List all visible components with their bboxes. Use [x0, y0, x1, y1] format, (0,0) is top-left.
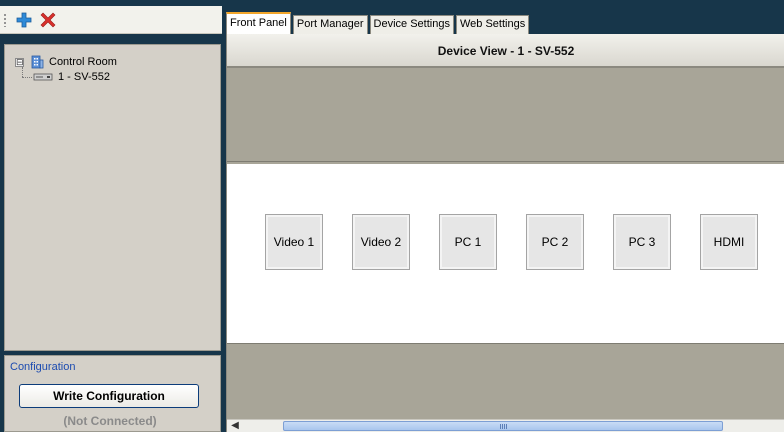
- scrollbar-thumb[interactable]: [283, 421, 723, 431]
- tab-device-settings[interactable]: Device Settings: [369, 15, 454, 34]
- thumb-grip-icon: [500, 424, 508, 429]
- device-view: Device View - 1 - SV-552 Video 1 Video 2…: [226, 34, 784, 432]
- tree-item-device[interactable]: 1 - SV-552: [33, 69, 110, 85]
- connection-status: (Not Connected): [63, 414, 157, 428]
- input-button-video-2[interactable]: Video 2: [352, 214, 410, 270]
- lower-band: [227, 347, 784, 419]
- input-button-video-1[interactable]: Video 1: [265, 214, 323, 270]
- right-panel: Front Panel Port Manager Device Settings…: [226, 0, 784, 432]
- input-button-pc-3[interactable]: PC 3: [613, 214, 671, 270]
- device-icon: [33, 73, 53, 81]
- upper-band: [227, 70, 784, 162]
- tab-port-manager[interactable]: Port Manager: [292, 15, 368, 34]
- plus-icon: [16, 12, 32, 27]
- left-panel: ⊟ Control Room 1 - SV-552 Configuration …: [0, 0, 222, 432]
- add-device-button[interactable]: [14, 10, 34, 30]
- tab-strip: Front Panel Port Manager Device Settings…: [226, 12, 531, 34]
- configuration-title: Configuration: [10, 361, 76, 373]
- tab-web-settings[interactable]: Web Settings: [455, 15, 530, 34]
- tree-connector: [22, 77, 32, 78]
- scroll-left-icon[interactable]: ◀: [229, 420, 241, 432]
- toolbar-grip[interactable]: [4, 12, 6, 27]
- device-tree: ⊟ Control Room 1 - SV-552: [4, 44, 221, 351]
- x-icon: [40, 12, 56, 27]
- tree-item-label: Control Room: [49, 56, 117, 68]
- remove-device-button[interactable]: [38, 10, 58, 30]
- horizontal-scrollbar[interactable]: ◀: [227, 419, 784, 432]
- configuration-panel: Configuration Write Configuration (Not C…: [4, 355, 221, 432]
- input-button-pc-2[interactable]: PC 2: [526, 214, 584, 270]
- collapse-icon[interactable]: ⊟: [15, 57, 24, 67]
- building-icon: [31, 55, 44, 69]
- device-view-title: Device View - 1 - SV-552: [227, 34, 784, 68]
- input-button-pc-1[interactable]: PC 1: [439, 214, 497, 270]
- front-panel: Video 1 Video 2 PC 1 PC 2 PC 3 HDMI: [227, 164, 784, 344]
- tree-item-control-room[interactable]: ⊟ Control Room: [15, 54, 117, 70]
- tree-item-label: 1 - SV-552: [58, 71, 110, 83]
- write-configuration-button[interactable]: Write Configuration: [19, 384, 199, 408]
- tree-toolbar: [0, 6, 222, 34]
- tab-front-panel[interactable]: Front Panel: [226, 12, 291, 34]
- tree-connector: [22, 67, 23, 77]
- input-button-hdmi[interactable]: HDMI: [700, 214, 758, 270]
